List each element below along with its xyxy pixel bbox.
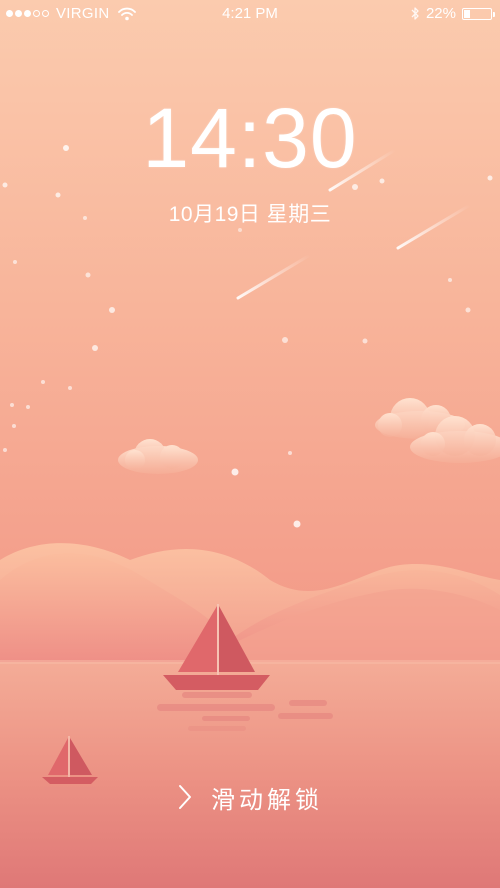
battery-level-fill [464,9,470,18]
status-right: 22% [410,5,495,22]
battery-icon [462,7,495,20]
status-bar: VIRGIN 4:21 PM 22% [0,0,500,28]
lock-clock: 14:30 [142,91,358,185]
lock-date: 10月19日 星期三 [168,203,332,226]
lock-screen: VIRGIN 4:21 PM 22% 14:30 10月19日 星期三 滑动解锁 [0,0,500,888]
battery-percent: 22% [425,5,456,22]
unlock-label: 滑动解锁 [211,786,323,814]
slide-to-unlock[interactable]: 滑动解锁 [0,780,500,814]
chevron-right-icon [177,783,193,811]
bluetooth-icon [410,6,420,21]
